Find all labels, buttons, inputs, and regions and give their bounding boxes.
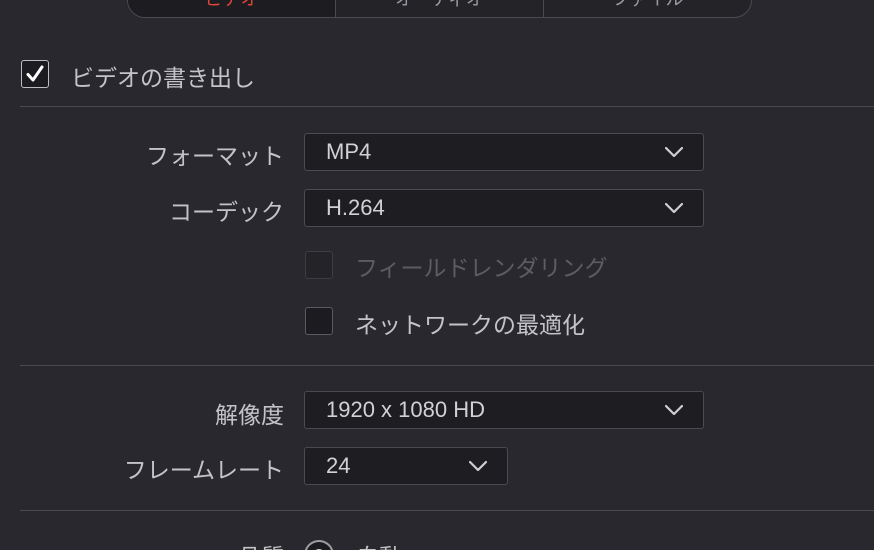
tab-audio[interactable]: オーディオ — [336, 0, 544, 17]
frame-rate-value: 24 — [326, 453, 351, 478]
section-divider — [20, 106, 874, 107]
section-divider — [20, 365, 874, 366]
field-rendering-label: フィールドレンダリング — [355, 256, 608, 282]
tab-file[interactable]: ファイル — [544, 0, 751, 17]
format-value: MP4 — [326, 139, 372, 164]
resolution-value: 1920 x 1080 HD — [326, 397, 485, 422]
format-label: フォーマット — [146, 144, 284, 170]
network-optimize-label: ネットワークの最適化 — [355, 313, 585, 339]
render-settings-panel: ビデオ オーディオ ファイル ビデオの書き出し フォーマット MP4 コーデック… — [0, 0, 874, 550]
quality-label: 品質 — [4, 538, 284, 550]
frame-rate-dropdown[interactable]: 24 — [304, 447, 508, 485]
format-dropdown[interactable]: MP4 — [304, 133, 704, 171]
resolution-dropdown[interactable]: 1920 x 1080 HD — [304, 391, 704, 429]
chevron-down-icon — [665, 202, 683, 214]
export-video-checkbox[interactable] — [21, 60, 49, 88]
quality-auto-radio[interactable] — [304, 540, 334, 550]
export-video-label: ビデオの書き出し — [71, 66, 255, 92]
codec-value: H.264 — [326, 195, 385, 220]
quality-auto-label: 自動 — [356, 538, 402, 550]
chevron-down-icon — [469, 460, 487, 472]
settings-tab-bar: ビデオ オーディオ ファイル — [127, 0, 752, 18]
tab-video[interactable]: ビデオ — [128, 0, 336, 17]
resolution-label: 解像度 — [215, 403, 284, 429]
checkmark-icon — [26, 65, 44, 82]
codec-label: コーデック — [169, 200, 284, 226]
frame-rate-label: フレームレート — [123, 458, 284, 484]
chevron-down-icon — [665, 146, 683, 158]
chevron-down-icon — [665, 404, 683, 416]
codec-dropdown[interactable]: H.264 — [304, 189, 704, 227]
section-divider — [20, 510, 874, 511]
field-rendering-checkbox — [305, 251, 333, 279]
network-optimize-checkbox[interactable] — [305, 307, 333, 335]
